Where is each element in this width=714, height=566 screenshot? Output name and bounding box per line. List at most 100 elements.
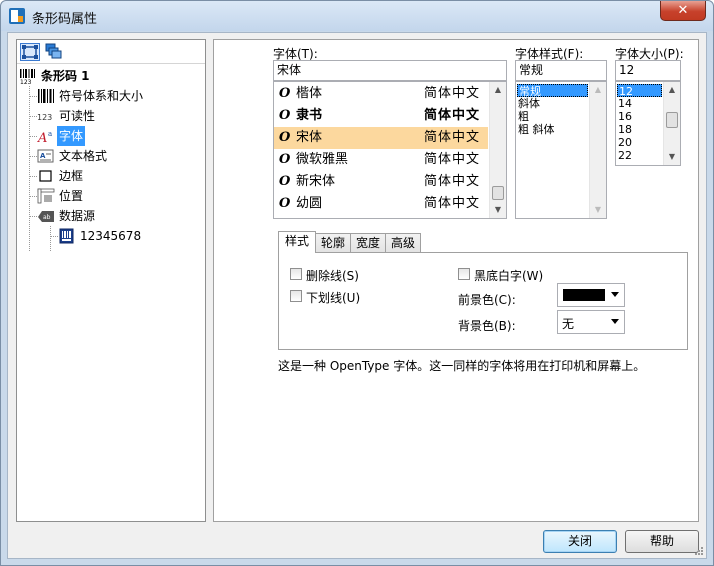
underline-checkbox[interactable] — [290, 290, 302, 302]
scroll-down-icon[interactable]: ▼ — [490, 202, 506, 218]
tree-item-position[interactable]: 位置 — [37, 186, 197, 206]
font-size-item[interactable]: 16 — [617, 110, 632, 123]
font-list-scrollbar[interactable]: ▲ ▼ — [489, 82, 506, 218]
font-size-item[interactable]: 22 — [617, 149, 632, 162]
foreground-color-select[interactable] — [557, 283, 625, 307]
chevron-down-icon — [611, 319, 619, 324]
layers-icon — [45, 43, 62, 59]
tree-item-label: 符号体系和大小 — [59, 89, 144, 103]
font-style-item[interactable]: 粗 — [517, 110, 529, 123]
tree-item-label: 可读性 — [59, 109, 96, 123]
opentype-icon: O — [279, 108, 291, 123]
color-swatch — [563, 289, 605, 301]
font-list-item-selected[interactable]: O 宋体 简体中文 — [274, 127, 488, 149]
font-list-item[interactable]: O 新宋体 简体中文 — [274, 171, 488, 193]
opentype-icon: O — [279, 196, 291, 211]
scroll-down-icon[interactable]: ▼ — [664, 149, 680, 165]
property-tree-panel: 123 条形码 1 符号体系和大小 123 可读性 A a 字体 A 文本格式 … — [16, 39, 206, 522]
font-list-item[interactable]: O 楷体 简体中文 — [274, 83, 488, 105]
font-style-input[interactable]: 常规 — [515, 60, 607, 81]
tab-advanced[interactable]: 高级 — [385, 233, 421, 253]
tree-item-label: 位置 — [59, 189, 84, 203]
scroll-up-icon[interactable]: ▲ — [590, 82, 606, 98]
inverse-label: 黑底白字(W) — [474, 269, 544, 283]
scroll-thumb[interactable] — [492, 186, 504, 200]
tab-outline[interactable]: 轮廓 — [315, 233, 351, 253]
tree-item-label-selected: 字体 — [57, 126, 86, 146]
svg-text:123: 123 — [20, 79, 32, 84]
dialog-window: 条形码属性 ✕ 123 条形码 1 符号体系和大小 123 可读性 A a 字体… — [0, 0, 714, 566]
svg-text:ab: ab — [43, 214, 51, 221]
resize-grip-icon[interactable] — [694, 546, 704, 556]
window-title: 条形码属性 — [32, 12, 98, 27]
svg-text:A: A — [37, 131, 47, 144]
font-style-scrollbar[interactable]: ▲ ▼ — [589, 82, 606, 218]
object-view-button[interactable] — [20, 43, 40, 61]
tree-connector — [29, 86, 30, 251]
font-size-item-selected[interactable]: 12 — [617, 84, 662, 98]
font-size-item[interactable]: 20 — [617, 136, 632, 149]
font-size-list[interactable]: 12 14 16 18 20 22 ▲ ▼ — [615, 81, 681, 166]
app-icon — [9, 8, 25, 24]
tab-style[interactable]: 样式 — [278, 231, 316, 253]
font-size-item[interactable]: 14 — [617, 97, 632, 110]
object-frame-icon — [22, 45, 38, 59]
svg-text:123: 123 — [37, 113, 52, 122]
fixed-data-icon — [59, 228, 74, 244]
layers-view-button[interactable] — [44, 43, 64, 61]
strikethrough-checkbox[interactable] — [290, 268, 302, 280]
barcode-bars-icon — [38, 89, 54, 103]
tree-item-readability[interactable]: 123 可读性 — [37, 106, 197, 126]
font-name-input[interactable]: 宋体 — [273, 60, 507, 81]
font-list[interactable]: O 楷体 简体中文 O 隶书 简体中文 O 宋体 简体中文 O 微软雅黑 简体中… — [273, 81, 507, 219]
strikethrough-label: 删除线(S) — [306, 269, 359, 283]
dialog-body: 123 条形码 1 符号体系和大小 123 可读性 A a 字体 A 文本格式 … — [7, 32, 707, 559]
tree-root-barcode[interactable]: 123 条形码 1 — [19, 66, 199, 86]
font-list-item[interactable]: O 隶书 简体中文 — [274, 105, 488, 127]
scroll-down-icon[interactable]: ▼ — [590, 202, 606, 218]
tree-item-label: 边框 — [59, 169, 84, 183]
background-color-select[interactable]: 无 — [557, 310, 625, 334]
font-list-item[interactable]: O 微软雅黑 简体中文 — [274, 149, 488, 171]
opentype-icon: O — [279, 152, 291, 167]
font-style-list[interactable]: 常规 斜体 粗 粗 斜体 ▲ ▼ — [515, 81, 607, 219]
help-button[interactable]: 帮助 — [625, 530, 699, 553]
tree-toolbar — [17, 40, 205, 64]
barcode-icon: 123 — [20, 69, 35, 84]
tree-item-datasource[interactable]: ab 数据源 — [37, 206, 197, 226]
tree-item-border[interactable]: 边框 — [37, 166, 197, 186]
tree-root-label: 条形码 1 — [41, 69, 90, 83]
font-list-item[interactable]: O 幼圆 简体中文 — [274, 193, 488, 215]
font-size-item[interactable]: 18 — [617, 123, 632, 136]
scroll-thumb[interactable] — [666, 112, 678, 128]
inverse-checkbox[interactable] — [458, 268, 470, 280]
scroll-up-icon[interactable]: ▲ — [490, 82, 506, 98]
digits-icon: 123 — [37, 113, 52, 122]
font-style-item-selected[interactable]: 常规 — [517, 84, 588, 98]
opentype-icon: O — [279, 86, 291, 101]
tab-width[interactable]: 宽度 — [350, 233, 386, 253]
position-icon — [37, 188, 55, 204]
title-bar[interactable]: 条形码属性 ✕ — [1, 1, 713, 31]
window-close-button[interactable]: ✕ — [660, 1, 706, 21]
font-size-scrollbar[interactable]: ▲ ▼ — [663, 82, 680, 165]
font-icon: A a — [37, 130, 52, 144]
font-style-item[interactable]: 粗 斜体 — [517, 123, 555, 136]
close-button[interactable]: 关闭 — [543, 530, 617, 553]
tree-item-font[interactable]: A a 字体 — [37, 126, 197, 146]
opentype-icon: O — [279, 174, 291, 189]
font-size-input[interactable]: 12 — [615, 60, 681, 81]
style-tab-page: 删除线(S) 下划线(U) 黑底白字(W) 前景色(C): 背景色(B): 无 — [278, 252, 688, 350]
opentype-icon: O — [279, 130, 291, 145]
tree-item-text-format[interactable]: A 文本格式 — [37, 146, 197, 166]
svg-text:A: A — [40, 152, 46, 160]
tree-item-symbology[interactable]: 符号体系和大小 — [37, 86, 197, 106]
scroll-up-icon[interactable]: ▲ — [664, 82, 680, 98]
font-style-item[interactable]: 斜体 — [517, 97, 540, 110]
tree-item-data-value[interactable]: 12345678 — [58, 226, 198, 246]
background-color-label: 背景色(B): — [458, 319, 516, 333]
datasource-icon: ab — [38, 211, 54, 222]
font-properties-panel: 字体(T): 宋体 O 楷体 简体中文 O 隶书 简体中文 O 宋体 简体中文 — [213, 39, 699, 522]
svg-text:a: a — [48, 130, 52, 138]
tree-item-label: 数据源 — [59, 209, 96, 223]
